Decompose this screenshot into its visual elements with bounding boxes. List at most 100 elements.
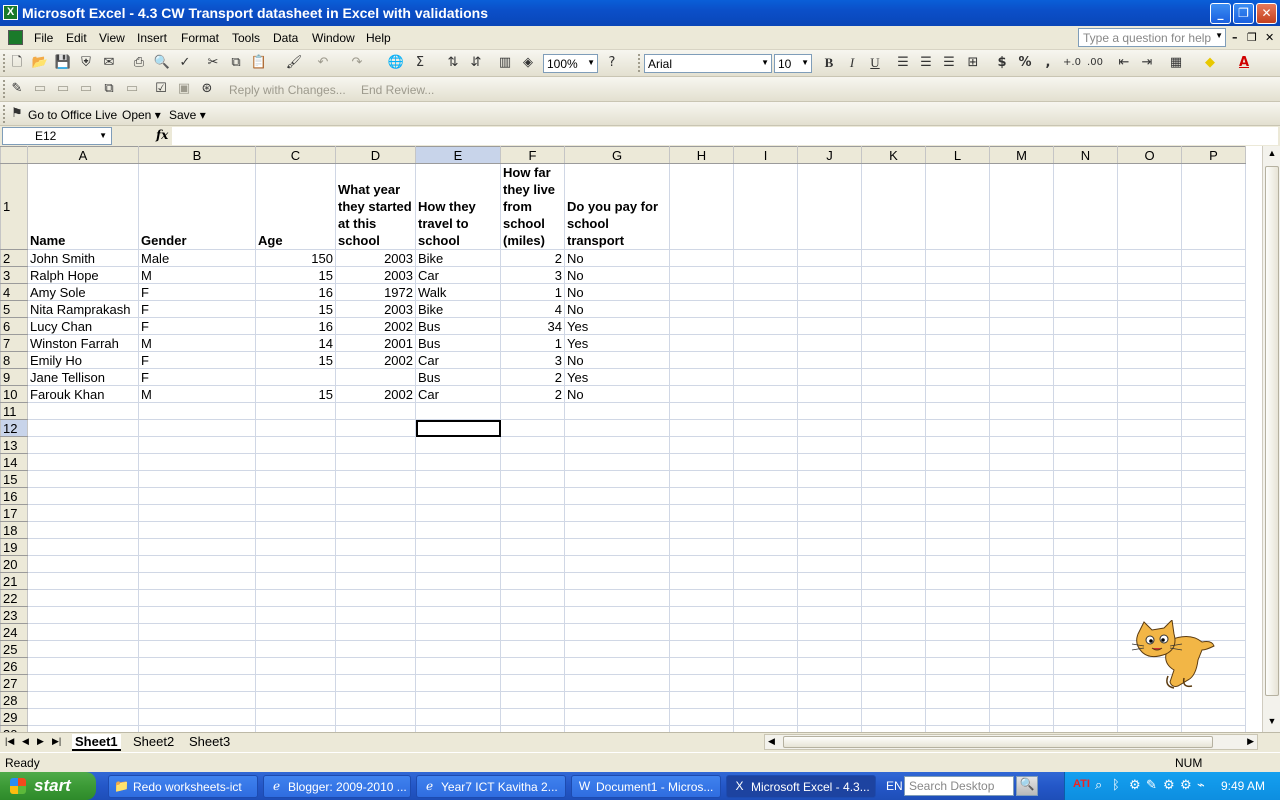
cell-j17[interactable] — [797, 504, 862, 522]
cell-c3[interactable]: 15 — [255, 266, 336, 284]
cell-p22[interactable] — [1181, 589, 1246, 607]
sheet-tab-2[interactable]: Sheet2 — [133, 734, 174, 749]
cell-l16[interactable] — [925, 487, 990, 505]
cell-n12[interactable] — [1053, 419, 1118, 437]
cell-f22[interactable] — [500, 589, 565, 607]
cell-l4[interactable] — [925, 283, 990, 301]
cell-n1[interactable] — [1053, 163, 1118, 250]
cell-a4[interactable]: Amy Sole — [27, 283, 139, 301]
cell-n29[interactable] — [1053, 708, 1118, 726]
doc-close-icon[interactable]: ✕ — [1265, 31, 1274, 44]
cell-c7[interactable]: 14 — [255, 334, 336, 352]
cell-i7[interactable] — [733, 334, 798, 352]
cell-k28[interactable] — [861, 691, 926, 709]
cell-d20[interactable] — [335, 555, 416, 573]
cell-g9[interactable]: Yes — [564, 368, 670, 386]
cell-j28[interactable] — [797, 691, 862, 709]
cell-p5[interactable] — [1181, 300, 1246, 318]
cell-j24[interactable] — [797, 623, 862, 641]
cell-f19[interactable] — [500, 538, 565, 556]
cell-l28[interactable] — [925, 691, 990, 709]
cell-b17[interactable] — [138, 504, 256, 522]
cell-d25[interactable] — [335, 640, 416, 658]
cell-d7[interactable]: 2001 — [335, 334, 416, 352]
cell-k11[interactable] — [861, 402, 926, 420]
row-header[interactable]: 6 — [0, 317, 28, 335]
ati-icon[interactable]: ATI — [1073, 778, 1090, 790]
cell-k18[interactable] — [861, 521, 926, 539]
go-to-office-live-button[interactable]: Go to Office Live — [28, 108, 117, 122]
fill-color-icon[interactable]: ◆ — [1201, 54, 1219, 72]
cell-e2[interactable]: Bike — [415, 249, 501, 267]
cell-c17[interactable] — [255, 504, 336, 522]
permission-icon[interactable]: ⛨ — [77, 54, 95, 72]
cell-f18[interactable] — [500, 521, 565, 539]
cell-j20[interactable] — [797, 555, 862, 573]
cell-m27[interactable] — [989, 674, 1054, 692]
task-redo-worksheets[interactable]: 📁 Redo worksheets-ict — [108, 775, 258, 798]
cell-b7[interactable]: M — [138, 334, 256, 352]
cell-d10[interactable]: 2002 — [335, 385, 416, 403]
cell-m16[interactable] — [989, 487, 1054, 505]
cell-o1[interactable] — [1117, 163, 1182, 250]
cell-b9[interactable]: F — [138, 368, 256, 386]
cell-c21[interactable] — [255, 572, 336, 590]
cell-f3[interactable]: 3 — [500, 266, 565, 284]
cell-i16[interactable] — [733, 487, 798, 505]
cell-l12[interactable] — [925, 419, 990, 437]
column-header-n[interactable]: N — [1053, 146, 1118, 164]
next-sheet-icon[interactable]: ▶ — [37, 736, 44, 747]
cell-o2[interactable] — [1117, 249, 1182, 267]
cell-h24[interactable] — [669, 623, 734, 641]
cell-h28[interactable] — [669, 691, 734, 709]
cell-n4[interactable] — [1053, 283, 1118, 301]
cell-g24[interactable] — [564, 623, 670, 641]
cell-h7[interactable] — [669, 334, 734, 352]
cell-k24[interactable] — [861, 623, 926, 641]
cell-g5[interactable]: No — [564, 300, 670, 318]
row-header[interactable]: 2 — [0, 249, 28, 267]
cell-h26[interactable] — [669, 657, 734, 675]
cell-g15[interactable] — [564, 470, 670, 488]
cell-i13[interactable] — [733, 436, 798, 454]
sheet-tab-1[interactable]: Sheet1 — [72, 734, 121, 751]
column-header-i[interactable]: I — [733, 146, 798, 164]
cell-e21[interactable] — [415, 572, 501, 590]
select-all-corner[interactable] — [0, 146, 28, 164]
cell-i20[interactable] — [733, 555, 798, 573]
task-year7-ict[interactable]: ℯ Year7 ICT Kavitha 2... — [416, 775, 566, 798]
cell-k16[interactable] — [861, 487, 926, 505]
cell-i22[interactable] — [733, 589, 798, 607]
vertical-scrollbar[interactable]: ▲ ▼ — [1262, 146, 1280, 732]
cell-m28[interactable] — [989, 691, 1054, 709]
search-tray-icon[interactable]: ⌕ — [1095, 777, 1102, 793]
toolbar-grip[interactable] — [3, 54, 6, 72]
formula-input[interactable] — [172, 127, 1278, 145]
last-sheet-icon[interactable]: ▶| — [52, 736, 61, 747]
cell-d13[interactable] — [335, 436, 416, 454]
cell-e11[interactable] — [415, 402, 501, 420]
sort-descending-icon[interactable]: ⇵ — [467, 54, 485, 72]
cell-b16[interactable] — [138, 487, 256, 505]
cell-b25[interactable] — [138, 640, 256, 658]
cell-n7[interactable] — [1053, 334, 1118, 352]
delete-comment-icon[interactable]: ▭ — [123, 80, 141, 98]
row-header[interactable]: 15 — [0, 470, 28, 488]
cell-c25[interactable] — [255, 640, 336, 658]
first-sheet-icon[interactable]: |◀ — [5, 736, 14, 747]
cell-b2[interactable]: Male — [138, 249, 256, 267]
cell-g6[interactable]: Yes — [564, 317, 670, 335]
scroll-left-icon[interactable]: ◀ — [768, 736, 775, 747]
cell-d1[interactable]: What year they started at this school — [335, 163, 416, 250]
cell-n15[interactable] — [1053, 470, 1118, 488]
cell-p29[interactable] — [1181, 708, 1246, 726]
row-header[interactable]: 28 — [0, 691, 28, 709]
row-header[interactable]: 23 — [0, 606, 28, 624]
cell-d24[interactable] — [335, 623, 416, 641]
cell-n25[interactable] — [1053, 640, 1118, 658]
cell-e16[interactable] — [415, 487, 501, 505]
underline-icon[interactable]: U — [866, 54, 884, 72]
cat-clipart-image[interactable] — [1130, 620, 1216, 690]
comment-icon[interactable]: ▭ — [54, 80, 72, 98]
cell-p17[interactable] — [1181, 504, 1246, 522]
